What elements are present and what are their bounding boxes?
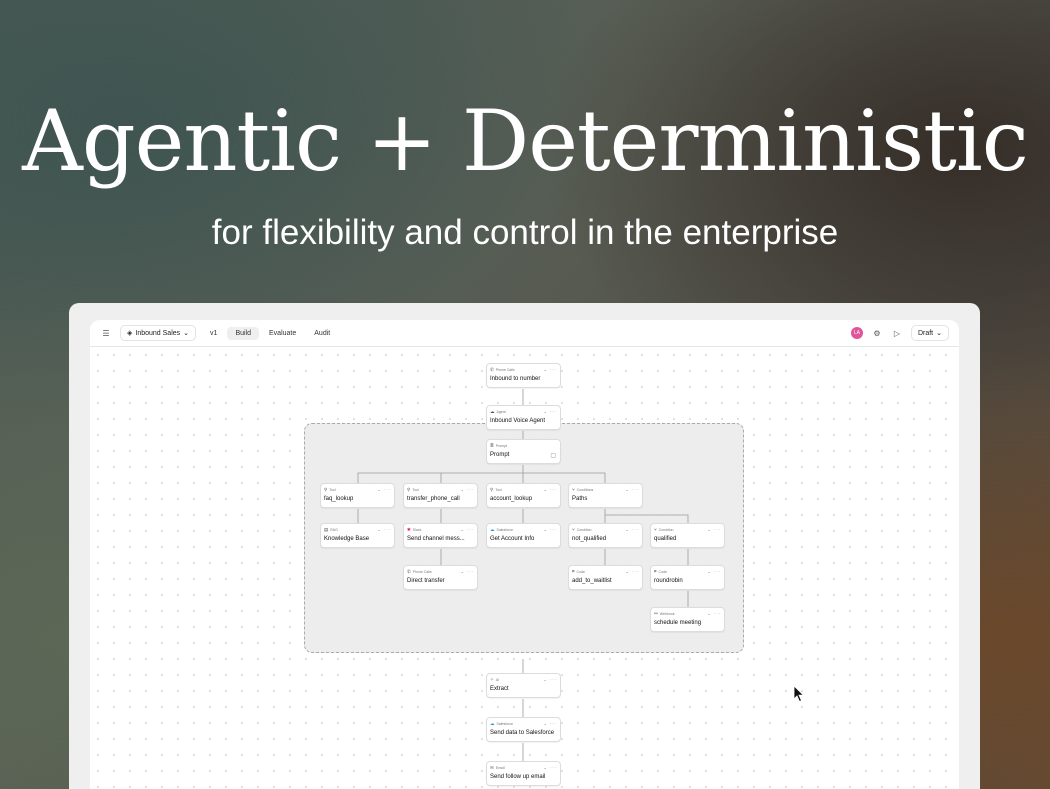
tool-icon: ⚲ (324, 486, 328, 492)
more-icon[interactable]: ⌄ ··· (461, 527, 474, 532)
comment-icon[interactable]: ▢ (550, 452, 556, 459)
tab-build[interactable]: Build (227, 326, 260, 340)
settings-icon[interactable]: ⚙ (871, 327, 883, 339)
version-label[interactable]: v1 (202, 327, 225, 340)
phone-icon: ✆ (407, 568, 411, 574)
play-icon[interactable]: ▷ (891, 327, 903, 339)
status-dropdown[interactable]: Draft ⌄ (910, 325, 949, 341)
node-transfer-call[interactable]: ⚲ Tool ⌄ ··· transfer_phone_call (403, 483, 478, 508)
node-prompt[interactable]: ≣ Prompt Prompt ▢ (486, 439, 561, 464)
more-icon[interactable]: ⌄ ··· (626, 569, 639, 574)
node-qualified[interactable]: ⑂ Condition ⌄ ··· qualified (650, 523, 725, 548)
prompt-icon: ≣ (490, 442, 494, 448)
node-schedule-meeting[interactable]: ⚯ Webhook ⌄ ··· schedule meeting (650, 607, 725, 632)
sparkle-icon: ✧ (490, 676, 494, 682)
tool-icon: ⚲ (407, 486, 411, 492)
node-direct-transfer[interactable]: ✆ Phone Calls ⌄ ··· Direct transfer (403, 565, 478, 590)
agent-icon: ☁ (490, 408, 495, 414)
node-extract[interactable]: ✧ AI ⌄ ··· Extract (486, 673, 561, 698)
slack-icon: ✱ (407, 526, 411, 532)
node-voice-agent[interactable]: ☁ Agent ⌄ ··· Inbound Voice Agent (486, 405, 561, 430)
more-icon[interactable]: ⌄ ··· (378, 527, 391, 532)
node-not-qualified[interactable]: ⑂ Condition ⌄ ··· not_qualified (568, 523, 643, 548)
more-icon[interactable]: ⌄ ··· (544, 367, 557, 372)
node-title: Paths (572, 496, 588, 502)
mouse-cursor-icon (793, 685, 805, 703)
more-icon[interactable]: ⌄ ··· (708, 527, 721, 532)
more-icon[interactable]: ⌄ ··· (544, 527, 557, 532)
webhook-icon: ⚯ (654, 610, 658, 616)
node-title: Send follow up email (490, 774, 546, 780)
node-title: Send channel mess... (407, 536, 465, 542)
chevron-down-icon: ⌄ (183, 330, 190, 337)
more-icon[interactable]: ⌄ ··· (708, 611, 721, 616)
node-title: Get Account Info (490, 536, 535, 542)
sidebar-toggle-icon[interactable]: ☰ (100, 327, 112, 339)
database-icon: ▤ (324, 526, 329, 532)
more-icon[interactable]: ⌄ ··· (544, 409, 557, 414)
project-name: Inbound Sales (135, 329, 181, 337)
node-title: Extract (490, 686, 509, 692)
branch-icon: ⑂ (572, 527, 575, 532)
layers-icon: ◈ (127, 330, 133, 337)
more-icon[interactable]: ⌄ ··· (544, 721, 557, 726)
toolbar: ☰ ◈ Inbound Sales ⌄ v1 Build Evaluate Au… (90, 320, 959, 347)
more-icon[interactable]: ⌄ ··· (544, 487, 557, 492)
salesforce-icon: ☁ (490, 526, 495, 532)
node-inbound-call[interactable]: ✆ Phone Calls ⌄ ··· Inbound to number (486, 363, 561, 388)
node-title: Direct transfer (407, 578, 445, 584)
salesforce-icon: ☁ (490, 720, 495, 726)
node-roundrobin[interactable]: ⌗ Code ⌄ ··· roundrobin (650, 565, 725, 590)
node-title: Inbound Voice Agent (490, 418, 546, 424)
node-paths[interactable]: ⑂ Conditions ⌄ ··· Paths (568, 483, 643, 508)
phone-icon: ✆ (490, 366, 494, 372)
node-get-account-info[interactable]: ☁ Salesforce ⌄ ··· Get Account Info (486, 523, 561, 548)
node-send-to-salesforce[interactable]: ☁ Salesforce ⌄ ··· Send data to Salesforce (486, 717, 561, 742)
node-slack-message[interactable]: ✱ Slack ⌄ ··· Send channel mess... (403, 523, 478, 548)
node-title: qualified (654, 536, 677, 542)
email-icon: ✉ (490, 764, 494, 770)
node-title: Prompt (490, 452, 510, 458)
tab-evaluate[interactable]: Evaluate (261, 327, 304, 340)
code-icon: ⌗ (572, 569, 575, 574)
node-knowledge-base[interactable]: ▤ RAG ⌄ ··· Knowledge Base (320, 523, 395, 548)
avatar[interactable]: LA (850, 327, 863, 339)
tool-icon: ⚲ (490, 486, 494, 492)
node-title: transfer_phone_call (407, 496, 460, 502)
status-label: Draft (917, 329, 934, 337)
hero-subtitle: for flexibility and control in the enter… (211, 213, 839, 252)
node-account-lookup[interactable]: ⚲ Tool ⌄ ··· account_lookup (486, 483, 561, 508)
node-title: not_qualified (572, 536, 607, 542)
node-title: Send data to Salesforce (490, 730, 555, 736)
more-icon[interactable]: ⌄ ··· (461, 487, 474, 492)
node-title: account_lookup (490, 496, 533, 502)
chevron-down-icon: ⌄ (936, 330, 942, 337)
workflow-builder-window: ☰ ◈ Inbound Sales ⌄ v1 Build Evaluate Au… (90, 320, 959, 789)
node-title: Knowledge Base (324, 536, 370, 542)
branch-icon: ⑂ (572, 487, 575, 492)
node-faq-lookup[interactable]: ⚲ Tool ⌄ ··· faq_lookup (320, 483, 395, 508)
more-icon[interactable]: ⌄ ··· (544, 677, 557, 682)
more-icon[interactable]: ⌄ ··· (378, 487, 391, 492)
hero-title: Agentic + Deterministic (22, 92, 1029, 190)
node-title: faq_lookup (324, 496, 354, 502)
branch-icon: ⑂ (654, 527, 657, 532)
more-icon[interactable]: ⌄ ··· (544, 765, 557, 770)
node-add-to-waitlist[interactable]: ⌗ Code ⌄ ··· add_to_waitlist (568, 565, 643, 590)
more-icon[interactable]: ⌄ ··· (461, 569, 474, 574)
project-selector[interactable]: ◈ Inbound Sales ⌄ (120, 325, 197, 341)
code-icon: ⌗ (654, 569, 657, 574)
more-icon[interactable]: ⌄ ··· (708, 569, 721, 574)
node-title: Inbound to number (490, 376, 541, 382)
node-title: add_to_waitlist (572, 578, 612, 584)
more-icon[interactable]: ⌄ ··· (626, 527, 639, 532)
node-title: roundrobin (654, 578, 683, 584)
node-title: schedule meeting (654, 620, 702, 626)
more-icon[interactable]: ⌄ ··· (626, 487, 639, 492)
workflow-canvas[interactable]: ✆ Phone Calls ⌄ ··· Inbound to number ☁ Age… (90, 347, 959, 789)
node-follow-up-email[interactable]: ✉ Email ⌄ ··· Send follow up email (486, 761, 561, 786)
tab-audit[interactable]: Audit (306, 327, 338, 340)
